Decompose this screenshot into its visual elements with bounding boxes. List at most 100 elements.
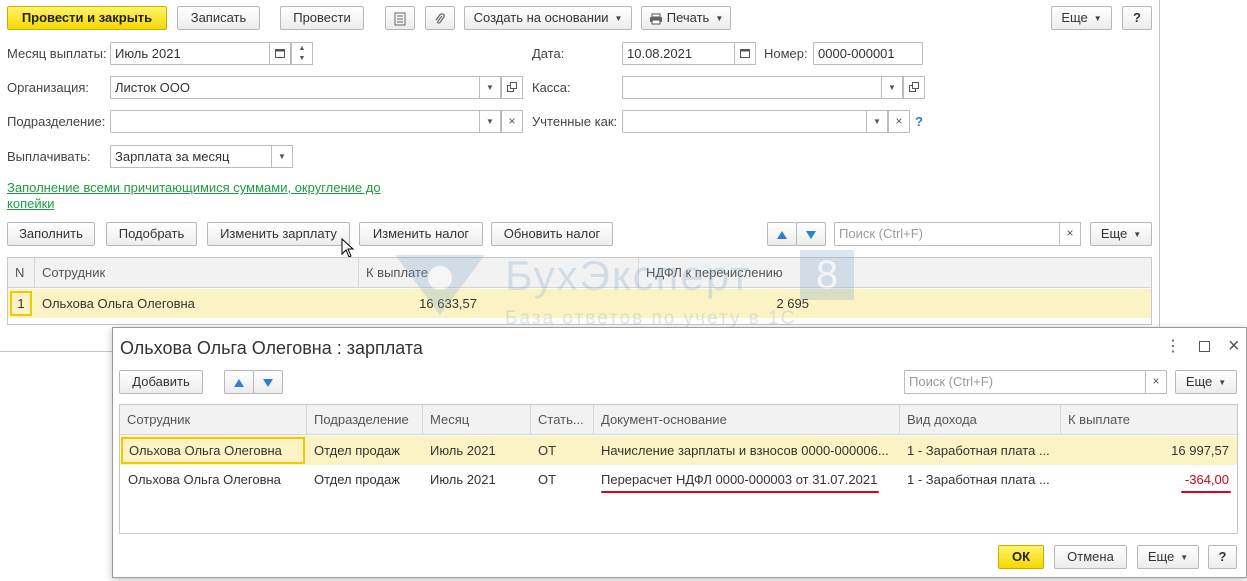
- column-header[interactable]: К выплате: [359, 258, 639, 287]
- column-header[interactable]: Сотрудник: [120, 405, 307, 434]
- row-number: 1: [10, 291, 32, 316]
- chevron-down-icon[interactable]: ▼: [881, 76, 903, 99]
- chevron-down-icon[interactable]: ▼: [479, 110, 501, 133]
- table-row[interactable]: Ольхова Ольга Олеговна Отдел продаж Июль…: [120, 465, 1237, 494]
- doc-cell: Перерасчет НДФЛ 0000-000003 от 31.07.202…: [601, 472, 878, 487]
- date-field[interactable]: 10.08.2021: [622, 42, 735, 65]
- save-button[interactable]: Записать: [177, 6, 260, 30]
- cancel-button[interactable]: Отмена: [1054, 545, 1127, 569]
- ok-button[interactable]: ОК: [998, 545, 1044, 569]
- move-up-button[interactable]: [767, 222, 797, 246]
- dept-cell: Отдел продаж: [314, 443, 400, 458]
- open-icon[interactable]: [903, 76, 925, 99]
- help-icon[interactable]: ?: [915, 114, 923, 130]
- article-cell: ОТ: [538, 472, 557, 487]
- chevron-down-icon[interactable]: ▼: [866, 110, 888, 133]
- main-table: N Сотрудник К выплате НДФЛ к перечислени…: [7, 257, 1152, 325]
- main-form: Провести и закрыть Записать Провести Соз…: [0, 0, 1160, 352]
- column-header[interactable]: Вид дохода: [900, 405, 1061, 434]
- column-header[interactable]: Документ-основание: [594, 405, 900, 434]
- month-stepper[interactable]: ▲ ▼: [291, 42, 313, 65]
- clear-search-icon[interactable]: ×: [1059, 222, 1081, 246]
- more-button[interactable]: Еще ▼: [1051, 6, 1112, 30]
- maximize-icon[interactable]: [1199, 341, 1210, 352]
- add-button[interactable]: Добавить: [119, 370, 203, 394]
- move-down-button[interactable]: [796, 222, 826, 246]
- arrow-up-icon: [234, 378, 244, 387]
- month-field[interactable]: Июль 2021: [110, 42, 270, 65]
- org-label: Организация:: [7, 80, 90, 95]
- chevron-down-icon: ▼: [715, 13, 724, 23]
- move-down-button[interactable]: [253, 370, 283, 394]
- dialog-more-button[interactable]: Еще ▼: [1175, 370, 1237, 394]
- footer-more-button[interactable]: Еще ▼: [1137, 545, 1199, 569]
- chevron-down-icon: ▼: [614, 13, 623, 23]
- change-salary-button[interactable]: Изменить зарплату: [207, 222, 350, 246]
- post-button[interactable]: Провести: [280, 6, 364, 30]
- open-icon[interactable]: [501, 76, 523, 99]
- employee-cell: Ольхова Ольга Олеговна: [121, 437, 305, 464]
- org-field[interactable]: Листок ООО: [110, 76, 480, 99]
- column-header[interactable]: Стать...: [531, 405, 594, 434]
- chevron-down-icon[interactable]: ▼: [271, 145, 293, 168]
- pick-button[interactable]: Подобрать: [106, 222, 197, 246]
- arrow-down-icon: [806, 230, 816, 239]
- pay-field[interactable]: Зарплата за месяц: [110, 145, 272, 168]
- help-button[interactable]: ?: [1122, 6, 1152, 30]
- attachment-icon[interactable]: [425, 6, 455, 30]
- amount-underline: [1181, 491, 1231, 493]
- doc-underline: [601, 491, 879, 493]
- counted-field[interactable]: [622, 110, 867, 133]
- move-up-button[interactable]: [224, 370, 254, 394]
- column-header[interactable]: Месяц: [423, 405, 531, 434]
- month-cell: Июль 2021: [430, 472, 496, 487]
- salary-dialog: Ольхова Ольга Олеговна : зарплата ⋮ × До…: [112, 327, 1247, 578]
- clear-icon[interactable]: ×: [888, 110, 910, 133]
- table-header: Сотрудник Подразделение Месяц Стать... Д…: [120, 405, 1237, 435]
- print-label: Печать: [666, 10, 710, 25]
- print-button[interactable]: Печать ▼: [641, 6, 731, 30]
- column-header[interactable]: N: [8, 258, 35, 287]
- create-based-label: Создать на основании: [473, 10, 609, 25]
- dialog-search-input[interactable]: Поиск (Ctrl+F): [904, 370, 1146, 394]
- printer-icon: [649, 13, 662, 25]
- cash-label: Касса:: [532, 80, 571, 95]
- more-actions-icon[interactable]: ⋮: [1165, 338, 1181, 356]
- table-row[interactable]: Ольхова Ольга Олеговна Отдел продаж Июль…: [120, 436, 1237, 465]
- change-tax-button[interactable]: Изменить налог: [359, 222, 483, 246]
- number-field[interactable]: 0000-000001: [813, 42, 923, 65]
- report-icon[interactable]: [385, 6, 415, 30]
- to-pay-cell: 16 633,57: [419, 296, 477, 311]
- search-input[interactable]: Поиск (Ctrl+F): [834, 222, 1060, 246]
- ndfl-cell: 2 695: [776, 296, 809, 311]
- date-label: Дата:: [532, 46, 565, 61]
- more-label: Еще: [1100, 226, 1128, 241]
- column-header[interactable]: Сотрудник: [35, 258, 359, 287]
- number-label: Номер:: [764, 46, 808, 61]
- article-cell: ОТ: [538, 443, 557, 458]
- clear-icon[interactable]: ×: [501, 110, 523, 133]
- post-close-button[interactable]: Провести и закрыть: [7, 6, 167, 30]
- month-cell: Июль 2021: [430, 443, 496, 458]
- calendar-icon[interactable]: [269, 42, 291, 65]
- column-header[interactable]: К выплате: [1061, 405, 1237, 434]
- create-based-button[interactable]: Создать на основании ▼: [464, 6, 632, 30]
- column-header[interactable]: НДФЛ к перечислению: [639, 258, 1151, 287]
- more-label: Еще: [1061, 10, 1088, 25]
- dept-field[interactable]: [110, 110, 480, 133]
- fill-settings-link[interactable]: Заполнение всеми причитающимися суммами,…: [7, 180, 402, 212]
- doc-cell: Начисление зарплаты и взносов 0000-00000…: [601, 443, 889, 458]
- chevron-down-icon[interactable]: ▼: [479, 76, 501, 99]
- cash-field[interactable]: [622, 76, 882, 99]
- employee-cell: Ольхова Ольга Олеговна: [42, 296, 195, 311]
- table-more-button[interactable]: Еще ▼: [1090, 222, 1152, 246]
- calendar-icon[interactable]: [734, 42, 756, 65]
- month-label: Месяц выплаты:: [7, 46, 107, 61]
- table-row[interactable]: 1 Ольхова Ольга Олеговна 16 633,57 2 695: [8, 289, 1151, 318]
- fill-button[interactable]: Заполнить: [7, 222, 95, 246]
- clear-search-icon[interactable]: ×: [1145, 370, 1167, 394]
- update-tax-button[interactable]: Обновить налог: [491, 222, 613, 246]
- close-icon[interactable]: ×: [1228, 334, 1240, 358]
- column-header[interactable]: Подразделение: [307, 405, 423, 434]
- help-button[interactable]: ?: [1208, 545, 1237, 569]
